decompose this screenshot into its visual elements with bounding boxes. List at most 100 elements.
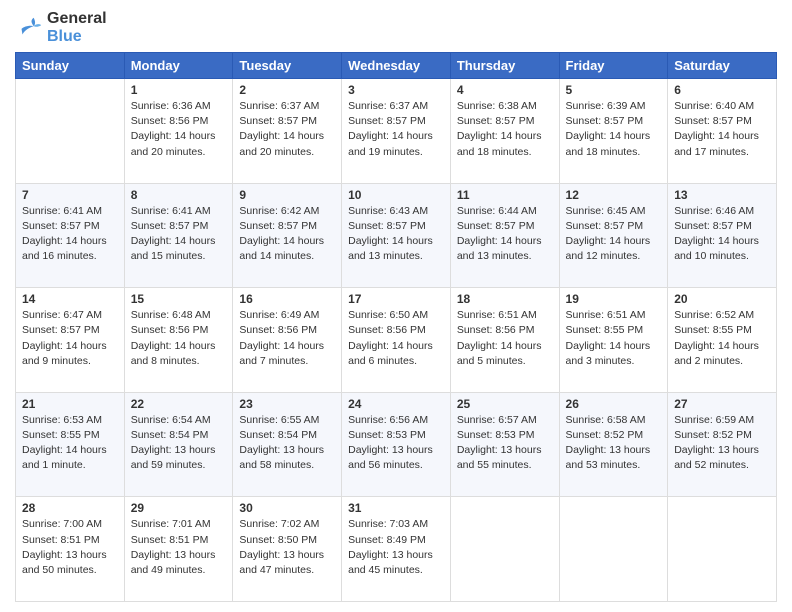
day-number: 22 [131,397,227,411]
day-number: 1 [131,83,227,97]
day-number: 21 [22,397,118,411]
day-info: Sunrise: 6:46 AM Sunset: 8:57 PM Dayligh… [674,204,770,265]
day-number: 20 [674,292,770,306]
day-info: Sunrise: 6:41 AM Sunset: 8:57 PM Dayligh… [22,204,118,265]
calendar-cell: 2 Sunrise: 6:37 AM Sunset: 8:57 PM Daylig… [233,79,342,184]
day-number: 23 [239,397,335,411]
calendar-cell: 28 Sunrise: 7:00 AM Sunset: 8:51 PM Dayli… [16,497,125,602]
calendar-cell: 15 Sunrise: 6:48 AM Sunset: 8:56 PM Dayli… [124,288,233,393]
logo-text: General Blue [47,10,107,46]
calendar-cell: 3 Sunrise: 6:37 AM Sunset: 8:57 PM Daylig… [342,79,451,184]
calendar-cell: 22 Sunrise: 6:54 AM Sunset: 8:54 PM Dayli… [124,392,233,497]
header-sunday: Sunday [16,53,125,79]
day-number: 2 [239,83,335,97]
header-saturday: Saturday [668,53,777,79]
calendar-cell: 30Sunrise: 7:02 AM Sunset: 8:50 PM Dayli… [233,497,342,602]
day-info: Sunrise: 6:39 AM Sunset: 8:57 PM Dayligh… [566,99,662,160]
calendar-cell: 4 Sunrise: 6:38 AM Sunset: 8:57 PM Daylig… [450,79,559,184]
day-number: 12 [566,188,662,202]
logo: General Blue [15,10,107,46]
calendar-week-3: 14Sunrise: 6:47 AM Sunset: 8:57 PM Dayli… [16,288,777,393]
day-info: Sunrise: 6:59 AM Sunset: 8:52 PM Dayligh… [674,413,770,474]
day-number: 18 [457,292,553,306]
header-friday: Friday [559,53,668,79]
calendar-cell: 19 Sunrise: 6:51 AM Sunset: 8:55 PM Dayli… [559,288,668,393]
header-thursday: Thursday [450,53,559,79]
day-number: 9 [239,188,335,202]
calendar-cell: 29 Sunrise: 7:01 AM Sunset: 8:51 PM Dayli… [124,497,233,602]
day-info: Sunrise: 6:51 AM Sunset: 8:55 PM Dayligh… [566,308,662,369]
calendar-cell: 24 Sunrise: 6:56 AM Sunset: 8:53 PM Dayli… [342,392,451,497]
day-info: Sunrise: 6:38 AM Sunset: 8:57 PM Dayligh… [457,99,553,160]
day-number: 8 [131,188,227,202]
day-number: 16 [239,292,335,306]
day-info: Sunrise: 6:53 AM Sunset: 8:55 PM Dayligh… [22,413,118,474]
day-info: Sunrise: 6:44 AM Sunset: 8:57 PM Dayligh… [457,204,553,265]
day-info: Sunrise: 6:45 AM Sunset: 8:57 PM Dayligh… [566,204,662,265]
calendar-cell: 21 Sunrise: 6:53 AM Sunset: 8:55 PM Dayli… [16,392,125,497]
calendar-cell [668,497,777,602]
day-info: Sunrise: 6:49 AM Sunset: 8:56 PM Dayligh… [239,308,335,369]
day-info: Sunrise: 6:40 AM Sunset: 8:57 PM Dayligh… [674,99,770,160]
logo-icon [15,14,43,42]
day-info: Sunrise: 7:01 AM Sunset: 8:51 PM Dayligh… [131,517,227,578]
calendar-cell [16,79,125,184]
day-info: Sunrise: 6:48 AM Sunset: 8:56 PM Dayligh… [131,308,227,369]
day-info: Sunrise: 6:54 AM Sunset: 8:54 PM Dayligh… [131,413,227,474]
calendar-cell: 31Sunrise: 7:03 AM Sunset: 8:49 PM Dayli… [342,497,451,602]
calendar-cell: 11 Sunrise: 6:44 AM Sunset: 8:57 PM Dayli… [450,183,559,288]
day-info: Sunrise: 7:00 AM Sunset: 8:51 PM Dayligh… [22,517,118,578]
calendar-cell: 13 Sunrise: 6:46 AM Sunset: 8:57 PM Dayli… [668,183,777,288]
day-number: 27 [674,397,770,411]
day-number: 15 [131,292,227,306]
day-number: 19 [566,292,662,306]
day-number: 26 [566,397,662,411]
day-info: Sunrise: 6:50 AM Sunset: 8:56 PM Dayligh… [348,308,444,369]
day-info: Sunrise: 6:56 AM Sunset: 8:53 PM Dayligh… [348,413,444,474]
day-number: 24 [348,397,444,411]
calendar-week-4: 21 Sunrise: 6:53 AM Sunset: 8:55 PM Dayli… [16,392,777,497]
day-info: Sunrise: 6:47 AM Sunset: 8:57 PM Dayligh… [22,308,118,369]
day-number: 7 [22,188,118,202]
calendar-cell: 16 Sunrise: 6:49 AM Sunset: 8:56 PM Dayli… [233,288,342,393]
calendar-cell: 9 Sunrise: 6:42 AM Sunset: 8:57 PM Daylig… [233,183,342,288]
header-wednesday: Wednesday [342,53,451,79]
calendar-cell: 17 Sunrise: 6:50 AM Sunset: 8:56 PM Dayli… [342,288,451,393]
calendar-cell [450,497,559,602]
day-number: 3 [348,83,444,97]
day-info: Sunrise: 6:37 AM Sunset: 8:57 PM Dayligh… [239,99,335,160]
day-number: 17 [348,292,444,306]
calendar-week-2: 7 Sunrise: 6:41 AM Sunset: 8:57 PM Daylig… [16,183,777,288]
calendar-week-5: 28 Sunrise: 7:00 AM Sunset: 8:51 PM Dayli… [16,497,777,602]
day-number: 11 [457,188,553,202]
calendar-cell: 7 Sunrise: 6:41 AM Sunset: 8:57 PM Daylig… [16,183,125,288]
day-info: Sunrise: 6:36 AM Sunset: 8:56 PM Dayligh… [131,99,227,160]
day-info: Sunrise: 6:43 AM Sunset: 8:57 PM Dayligh… [348,204,444,265]
calendar-cell: 25Sunrise: 6:57 AM Sunset: 8:53 PM Dayli… [450,392,559,497]
calendar-cell: 14Sunrise: 6:47 AM Sunset: 8:57 PM Dayli… [16,288,125,393]
calendar-header-row: SundayMondayTuesdayWednesdayThursdayFrid… [16,53,777,79]
calendar-cell: 12 Sunrise: 6:45 AM Sunset: 8:57 PM Dayli… [559,183,668,288]
day-info: Sunrise: 6:37 AM Sunset: 8:57 PM Dayligh… [348,99,444,160]
day-number: 6 [674,83,770,97]
calendar-cell: 6 Sunrise: 6:40 AM Sunset: 8:57 PM Daylig… [668,79,777,184]
calendar-table: SundayMondayTuesdayWednesdayThursdayFrid… [15,52,777,602]
day-number: 31 [348,501,444,515]
day-info: Sunrise: 6:57 AM Sunset: 8:53 PM Dayligh… [457,413,553,474]
calendar-cell: 1 Sunrise: 6:36 AM Sunset: 8:56 PM Daylig… [124,79,233,184]
calendar-cell: 26 Sunrise: 6:58 AM Sunset: 8:52 PM Dayli… [559,392,668,497]
calendar-cell: 27 Sunrise: 6:59 AM Sunset: 8:52 PM Dayli… [668,392,777,497]
day-number: 29 [131,501,227,515]
day-number: 28 [22,501,118,515]
day-info: Sunrise: 6:41 AM Sunset: 8:57 PM Dayligh… [131,204,227,265]
day-info: Sunrise: 6:58 AM Sunset: 8:52 PM Dayligh… [566,413,662,474]
header-monday: Monday [124,53,233,79]
day-info: Sunrise: 6:42 AM Sunset: 8:57 PM Dayligh… [239,204,335,265]
day-info: Sunrise: 6:52 AM Sunset: 8:55 PM Dayligh… [674,308,770,369]
calendar-cell: 5Sunrise: 6:39 AM Sunset: 8:57 PM Daylig… [559,79,668,184]
day-number: 10 [348,188,444,202]
day-number: 13 [674,188,770,202]
day-number: 4 [457,83,553,97]
header-tuesday: Tuesday [233,53,342,79]
calendar-week-1: 1 Sunrise: 6:36 AM Sunset: 8:56 PM Daylig… [16,79,777,184]
